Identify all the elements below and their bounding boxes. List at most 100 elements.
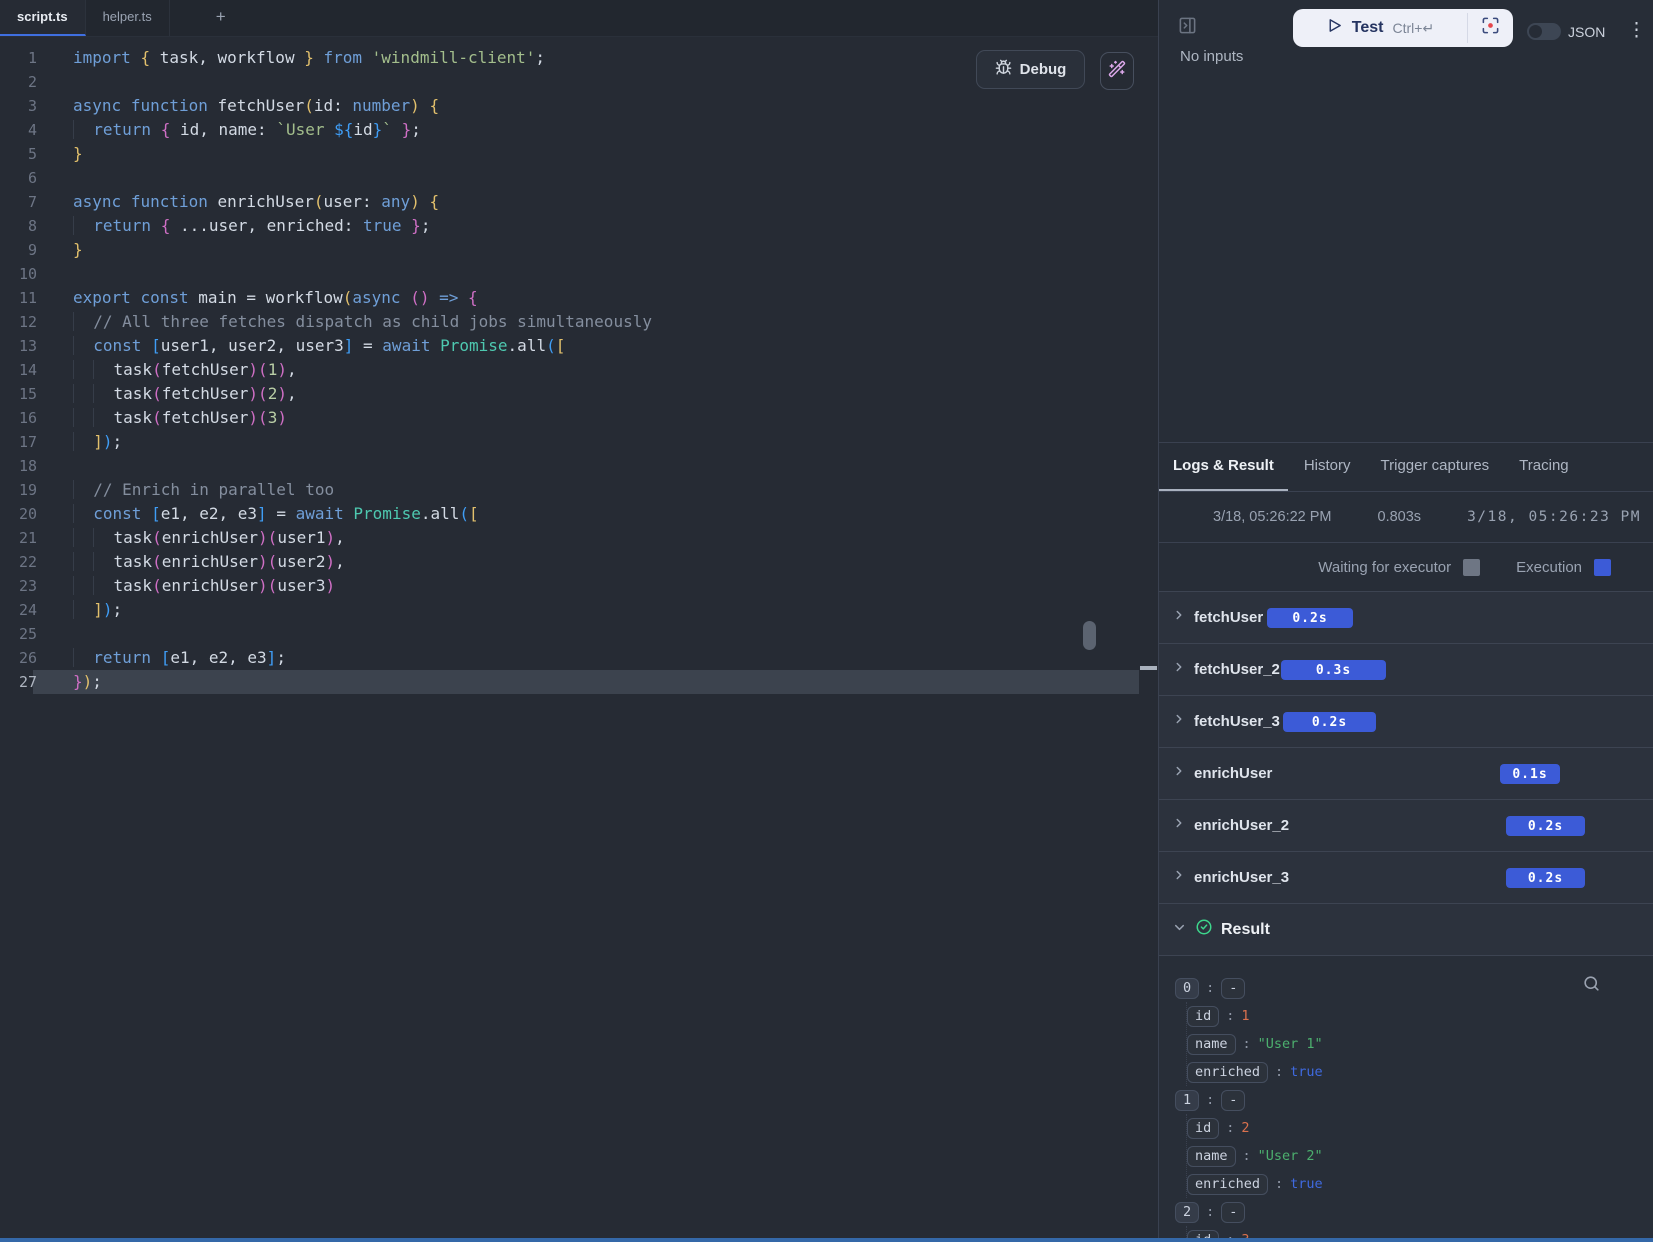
line-number: 22 (0, 550, 37, 574)
run-duration: 0.803s (1378, 509, 1422, 525)
debug-button-label: Debug (1020, 61, 1067, 78)
json-collapse-toggle[interactable]: - (1221, 978, 1245, 999)
task-row-enrichUser_2[interactable]: enrichUser_20.2s (1159, 799, 1653, 851)
json-field-group: id:1name:"User 1"enriched:true (1186, 1002, 1653, 1086)
test-button[interactable]: Test Ctrl+↵ (1293, 9, 1467, 47)
line-number: 9 (0, 238, 37, 262)
result-header[interactable]: Result (1159, 903, 1653, 955)
line-number: 25 (0, 622, 37, 646)
task-duration-bar[interactable]: 0.2s (1283, 712, 1376, 732)
json-index-key[interactable]: 2 (1175, 1202, 1199, 1223)
json-field-row: enriched:true (1187, 1058, 1653, 1086)
task-duration-bar[interactable]: 0.2s (1506, 868, 1585, 888)
chevron-right-icon (1172, 712, 1186, 731)
debug-button[interactable]: Debug (976, 50, 1085, 89)
capture-run-button[interactable] (1468, 9, 1513, 47)
panel-collapse-icon[interactable] (1178, 16, 1197, 40)
json-value: "User 1" (1258, 1036, 1323, 1052)
code-line: async function fetchUser(id: number) { (73, 94, 1139, 118)
json-collapse-toggle[interactable]: - (1221, 1202, 1245, 1223)
overview-ruler-cursor-mark (1140, 666, 1157, 670)
task-duration-bar[interactable]: 0.2s (1267, 608, 1353, 628)
line-number: 3 (0, 94, 37, 118)
run-times-row: 3/18, 05:26:22 PM 0.803s 3/18, 05:26:23 … (1159, 491, 1653, 542)
editor-pane: script.ts helper.ts + 123456789101112131… (0, 0, 1158, 1242)
code-line (73, 166, 1139, 190)
json-collapse-toggle[interactable]: - (1221, 1090, 1245, 1111)
result-json-tree: 0:-id:1name:"User 1"enriched:true1:-id:2… (1175, 974, 1653, 1241)
line-number: 12 (0, 310, 37, 334)
json-index-row: 1:- (1175, 1086, 1653, 1114)
line-number: 16 (0, 406, 37, 430)
line-number: 21 (0, 526, 37, 550)
task-row-fetchUser_3[interactable]: fetchUser_30.2s (1159, 695, 1653, 747)
legend-execution-swatch (1594, 559, 1611, 576)
line-number: 20 (0, 502, 37, 526)
json-key[interactable]: id (1187, 1118, 1219, 1139)
json-index-row: 2:- (1175, 1198, 1653, 1226)
task-duration-bar[interactable]: 0.3s (1281, 660, 1386, 680)
legend-execution-label: Execution (1516, 559, 1582, 576)
legend-waiting-swatch (1463, 559, 1480, 576)
task-row-enrichUser[interactable]: enrichUser 0.1s (1159, 747, 1653, 799)
test-shortcut: Ctrl+↵ (1393, 20, 1435, 37)
code-line: ]); (73, 598, 1139, 622)
line-number: 1 (0, 46, 37, 70)
ai-wand-button[interactable] (1100, 52, 1134, 90)
code-editor[interactable]: 1234567891011121314151617181920212223242… (0, 37, 1139, 1242)
task-row-fetchUser_2[interactable]: fetchUser_20.3s (1159, 643, 1653, 695)
json-field-row: enriched:true (1187, 1170, 1653, 1198)
chevron-right-icon (1172, 816, 1186, 835)
task-row-enrichUser_3[interactable]: enrichUser_30.2s (1159, 851, 1653, 903)
task-duration-bar[interactable]: 0.1s (1500, 764, 1560, 784)
line-number: 4 (0, 118, 37, 142)
code-line: task(fetchUser)(2), (73, 382, 1139, 406)
line-number: 11 (0, 286, 37, 310)
editor-scrollbar-thumb[interactable] (1083, 621, 1096, 650)
logs-tab-history[interactable]: History (1290, 443, 1365, 491)
code-line: task(enrichUser)(user2), (73, 550, 1139, 574)
code-lines: import { task, workflow } from 'windmill… (73, 46, 1139, 694)
json-key[interactable]: name (1187, 1146, 1236, 1167)
code-line: export const main = workflow(async () =>… (73, 286, 1139, 310)
search-result-icon[interactable] (1582, 974, 1601, 998)
json-value: true (1290, 1176, 1323, 1192)
task-row-fetchUser[interactable]: fetchUser0.2s (1159, 591, 1653, 643)
task-duration-bar[interactable]: 0.2s (1506, 816, 1585, 836)
logs-tab-trigger-captures[interactable]: Trigger captures (1367, 443, 1504, 491)
code-line: const [e1, e2, e3] = await Promise.all([ (73, 502, 1139, 526)
tab-helper-ts[interactable]: helper.ts (86, 0, 170, 36)
tab-script-ts[interactable]: script.ts (0, 0, 86, 36)
json-key[interactable]: name (1187, 1034, 1236, 1055)
logs-tab-logs-result[interactable]: Logs & Result (1159, 443, 1288, 491)
code-line: return [e1, e2, e3]; (73, 646, 1139, 670)
json-key[interactable]: enriched (1187, 1174, 1268, 1195)
chevron-right-icon (1172, 660, 1186, 679)
more-options-button[interactable]: ⋮ (1623, 19, 1650, 42)
json-key[interactable]: enriched (1187, 1062, 1268, 1083)
bottom-accent-bar (0, 1238, 1653, 1242)
logs-tab-tracing[interactable]: Tracing (1505, 443, 1582, 491)
json-field-group: id:2name:"User 2"enriched:true (1186, 1114, 1653, 1198)
json-value: "User 2" (1258, 1148, 1323, 1164)
json-key[interactable]: id (1187, 1006, 1219, 1027)
line-number: 27 (0, 670, 37, 694)
code-line: return { ...user, enriched: true }; (73, 214, 1139, 238)
result-json-viewer: 0:-id:1name:"User 1"enriched:true1:-id:2… (1159, 955, 1653, 1241)
line-number: 14 (0, 358, 37, 382)
json-index-key[interactable]: 0 (1175, 978, 1199, 999)
run-end-time: 3/18, 05:26:23 PM (1467, 509, 1641, 525)
test-button-group: Test Ctrl+↵ (1293, 9, 1513, 47)
json-index-key[interactable]: 1 (1175, 1090, 1199, 1111)
line-number: 15 (0, 382, 37, 406)
task-name: enrichUser (1194, 765, 1272, 782)
run-start-time: 3/18, 05:26:22 PM (1213, 509, 1332, 525)
new-tab-button[interactable]: + (204, 0, 238, 36)
logs-tabs: Logs & ResultHistoryTrigger capturesTrac… (1159, 442, 1653, 491)
json-toggle-label: JSON (1568, 24, 1605, 40)
json-toggle[interactable] (1527, 23, 1561, 40)
no-inputs-label: No inputs (1180, 48, 1243, 65)
timeline-legend: Waiting for executor Execution (1159, 542, 1653, 591)
bug-icon (995, 59, 1012, 80)
json-field-row: name:"User 1" (1187, 1030, 1653, 1058)
